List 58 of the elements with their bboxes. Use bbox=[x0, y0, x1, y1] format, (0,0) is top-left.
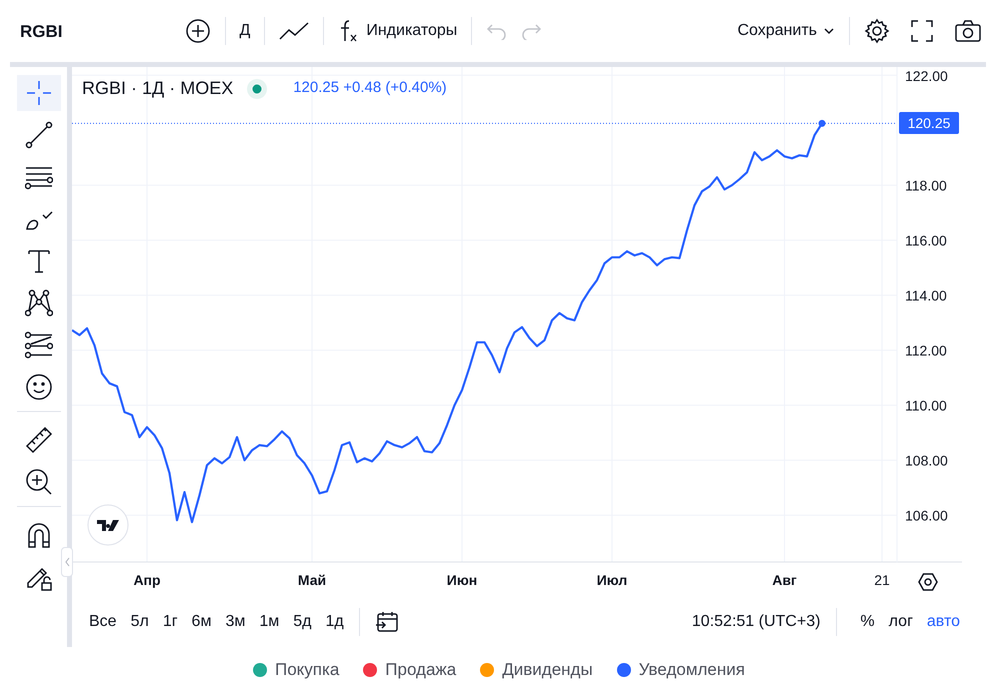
price-axis-label: 122.00 bbox=[905, 68, 948, 84]
time-axis-label: 21 bbox=[874, 572, 890, 588]
fib-levels-icon bbox=[24, 331, 52, 359]
crosshair-icon bbox=[24, 79, 52, 107]
status-dot-icon bbox=[247, 78, 268, 98]
interval-button[interactable]: Д bbox=[234, 19, 256, 43]
save-button[interactable]: Сохранить bbox=[731, 19, 841, 43]
logo-icon bbox=[88, 504, 128, 546]
time-axis-label: Июл bbox=[596, 572, 628, 588]
collapse-handle[interactable] bbox=[61, 547, 73, 577]
trend-line-icon bbox=[24, 121, 52, 149]
smiley-icon bbox=[24, 373, 52, 401]
range-button[interactable]: 5л bbox=[124, 608, 156, 636]
range-button[interactable]: 6м bbox=[184, 608, 218, 636]
time-axis-label: Май bbox=[298, 572, 326, 588]
pattern-icon bbox=[24, 289, 52, 317]
time-axis-label: Авг bbox=[772, 572, 797, 588]
legend-label: Уведомления bbox=[638, 659, 745, 681]
plus-circle-icon bbox=[184, 18, 210, 44]
scale-mode-button[interactable]: лог bbox=[882, 608, 920, 636]
price-axis-label: 108.00 bbox=[905, 452, 948, 468]
price-axis-label: 116.00 bbox=[905, 232, 947, 248]
gear-icon bbox=[864, 18, 890, 44]
range-button[interactable]: 3м bbox=[218, 608, 252, 636]
legend-label: Дивиденды bbox=[502, 659, 593, 681]
caret-icon bbox=[823, 27, 835, 35]
scale-mode-button[interactable]: авто bbox=[920, 608, 967, 636]
legend-label: Продажа bbox=[385, 659, 456, 681]
last-price-label: 120.25 bbox=[899, 112, 959, 134]
symbol-button[interactable]: RGBI bbox=[14, 18, 68, 44]
time-axis-label: Июн bbox=[446, 572, 478, 588]
ruler-icon bbox=[24, 426, 52, 454]
legend-label: Покупка bbox=[275, 659, 340, 681]
arrow-icon bbox=[520, 22, 542, 40]
price-axis-label: 110.00 bbox=[905, 397, 947, 414]
calendar-icon bbox=[374, 610, 399, 633]
price-axis-label: 114.00 bbox=[905, 287, 947, 304]
chart-title: RGBI · 1Д · MOEX bbox=[82, 77, 234, 100]
range-button[interactable]: Все bbox=[82, 608, 124, 636]
arrow-icon bbox=[486, 22, 508, 40]
camera-icon bbox=[954, 19, 982, 43]
price-axis-label: 106.00 bbox=[905, 507, 948, 524]
line-chart-icon bbox=[279, 20, 310, 42]
fullscreen-icon bbox=[910, 19, 934, 43]
axis-settings-icon[interactable] bbox=[918, 573, 938, 591]
range-button[interactable]: 5д bbox=[286, 608, 318, 636]
range-button[interactable]: 1г bbox=[156, 608, 185, 636]
scale-mode-button[interactable]: % bbox=[853, 608, 882, 636]
quote-text: 120.25 +0.48 (+0.40%) bbox=[293, 78, 447, 98]
time-axis-label: Апр bbox=[133, 572, 161, 588]
zoom-in-icon bbox=[24, 468, 52, 496]
indicators-button[interactable]: Индикаторы bbox=[332, 15, 464, 47]
range-button[interactable]: 1д bbox=[318, 608, 351, 636]
price-axis-label: 118.00 bbox=[905, 177, 947, 194]
price-axis-label: 112.00 bbox=[905, 342, 947, 358]
last-price-dot bbox=[818, 120, 826, 127]
clock-text: 10:52:51 (UTC+3) bbox=[692, 612, 820, 632]
range-button[interactable]: 1м bbox=[252, 608, 286, 636]
